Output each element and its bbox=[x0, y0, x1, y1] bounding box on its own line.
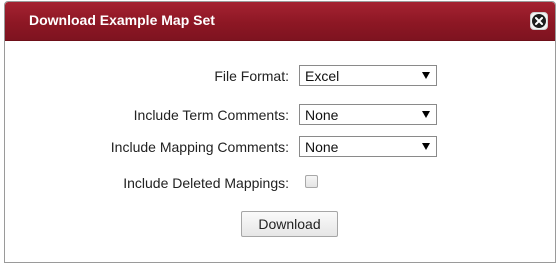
download-dialog: Download Example Map Set File Format: Ex… bbox=[4, 1, 556, 263]
close-icon bbox=[532, 14, 546, 28]
term-comments-row: Include Term Comments: None bbox=[5, 104, 555, 126]
term-comments-select[interactable]: None bbox=[299, 104, 437, 125]
dialog-title: Download Example Map Set bbox=[29, 12, 215, 28]
file-format-row: File Format: Excel bbox=[5, 65, 555, 87]
close-button[interactable] bbox=[530, 12, 548, 30]
mapping-comments-label: Include Mapping Comments: bbox=[110, 139, 289, 155]
mapping-comments-select[interactable]: None bbox=[299, 136, 437, 157]
term-comments-value: None bbox=[305, 107, 339, 123]
deleted-mappings-row: Include Deleted Mappings: bbox=[5, 172, 555, 194]
mapping-comments-value: None bbox=[305, 139, 339, 155]
dropdown-arrow-icon bbox=[422, 72, 430, 79]
dropdown-arrow-icon bbox=[422, 111, 430, 118]
deleted-mappings-label: Include Deleted Mappings: bbox=[123, 175, 289, 191]
mapping-comments-row: Include Mapping Comments: None bbox=[5, 136, 555, 158]
dialog-titlebar[interactable]: Download Example Map Set bbox=[5, 2, 555, 41]
dropdown-arrow-icon bbox=[422, 143, 430, 150]
deleted-mappings-checkbox[interactable] bbox=[305, 175, 318, 188]
download-button[interactable]: Download bbox=[241, 211, 338, 237]
term-comments-label: Include Term Comments: bbox=[133, 107, 289, 123]
file-format-label: File Format: bbox=[214, 68, 289, 84]
file-format-select[interactable]: Excel bbox=[299, 65, 437, 86]
file-format-value: Excel bbox=[305, 68, 340, 84]
